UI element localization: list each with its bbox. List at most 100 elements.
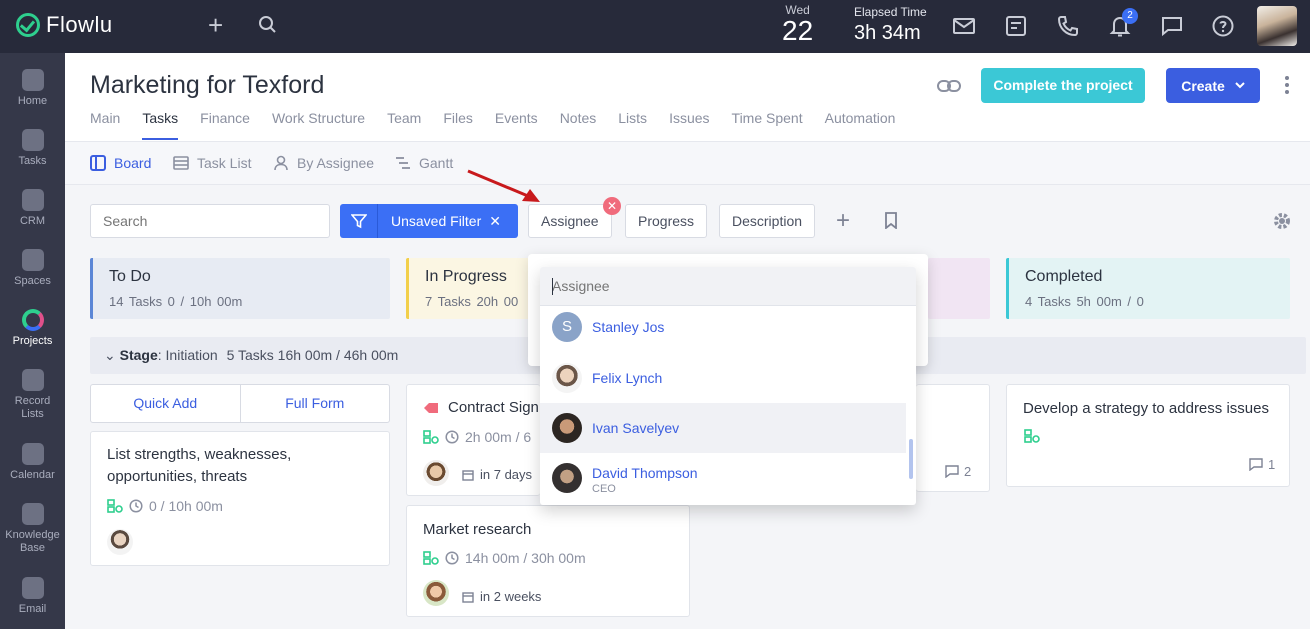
avatar [552, 463, 582, 493]
comments-count: 2 [945, 464, 971, 479]
page-title: Marketing for Texford [90, 71, 325, 99]
filter-chip-progress[interactable]: Progress [625, 204, 708, 238]
view-board[interactable]: Board [90, 155, 151, 171]
chat-icon[interactable] [1160, 14, 1184, 38]
task-time: 14h 00m / 30h 00m [465, 550, 586, 566]
sidebar-item-crm[interactable]: CRM [0, 189, 65, 228]
task-card[interactable]: Contract Sign 2h 00m / 6 in 7 days [406, 384, 540, 496]
sidebar-item-projects[interactable]: Projects [0, 309, 65, 348]
complete-project-button[interactable]: Complete the project [981, 68, 1145, 103]
task-card[interactable]: List strengths, weaknesses, opportunitie… [90, 431, 390, 566]
sidebar-item-record-lists[interactable]: Record Lists [0, 369, 65, 421]
tab-lists[interactable]: Lists [618, 110, 647, 140]
filter-chip-description[interactable]: Description [719, 204, 816, 238]
sidebar-item-tasks[interactable]: Tasks [0, 129, 65, 168]
tab-notes[interactable]: Notes [560, 110, 597, 140]
avatar[interactable] [423, 460, 449, 486]
search-input[interactable] [90, 204, 330, 238]
tab-issues[interactable]: Issues [669, 110, 709, 140]
sidebar-item-knowledge-base[interactable]: Knowledge Base [0, 503, 65, 555]
projects-icon [21, 309, 44, 331]
sidebar-item-calendar[interactable]: Calendar [0, 443, 65, 482]
logo-check-icon [16, 13, 40, 37]
column-todo: To Do 14 Tasks 0 / 10h 00m [90, 258, 390, 319]
tab-events[interactable]: Events [495, 110, 538, 140]
task-meta: 2h 00m / 6 [423, 429, 531, 445]
project-tabs: Main Tasks Finance Work Structure Team F… [90, 110, 917, 140]
notes-icon[interactable] [1004, 14, 1028, 38]
sidebar-item-label: Spaces [14, 275, 51, 287]
phone-icon[interactable] [1056, 14, 1080, 38]
task-title: Market research [423, 521, 532, 538]
help-icon[interactable] [1211, 14, 1235, 38]
text-cursor [552, 278, 553, 295]
column-completed: Completed 4 Tasks 5h 00m / 0 [1006, 258, 1290, 319]
tab-team[interactable]: Team [387, 110, 421, 140]
tab-tasks[interactable]: Tasks [142, 110, 179, 140]
assignee-search-input[interactable] [540, 267, 916, 306]
app-logo[interactable]: Flowlu [16, 12, 113, 38]
full-form-button[interactable]: Full Form [241, 385, 390, 422]
bookmark-icon[interactable] [884, 212, 898, 229]
sidebar-item-email[interactable]: Email [0, 577, 65, 616]
subtasks-icon [423, 430, 439, 444]
home-icon [21, 69, 44, 91]
top-bar: Flowlu + Wed 22 Elapsed Time 3h 34m 2 [0, 0, 1310, 53]
filter-chip-assignee[interactable]: Assignee [528, 204, 612, 238]
task-card[interactable]: 2 [916, 384, 990, 492]
tab-automation[interactable]: Automation [825, 110, 896, 140]
user-avatar[interactable] [1257, 6, 1297, 46]
elapsed-time[interactable]: Elapsed Time 3h 34m [854, 5, 927, 45]
add-filter-icon[interactable]: + [836, 209, 850, 233]
assignee-option[interactable]: S Stanley Jos [540, 302, 906, 352]
avatar [552, 363, 582, 393]
dropdown-scrollbar[interactable] [909, 439, 913, 479]
clock-icon [129, 499, 143, 513]
avatar[interactable] [107, 529, 133, 555]
remove-chip-icon[interactable]: ✕ [603, 197, 621, 215]
add-icon[interactable]: + [208, 12, 223, 38]
assignee-option[interactable]: David Thompson CEO [540, 453, 906, 503]
task-time: 2h 00m / 6 [465, 429, 532, 445]
tab-main[interactable]: Main [90, 110, 120, 140]
assignee-option[interactable]: Felix Lynch [540, 353, 906, 403]
tab-work-structure[interactable]: Work Structure [272, 110, 365, 140]
task-title: Develop a strategy to address issues [1023, 400, 1269, 417]
view-by-assignee[interactable]: By Assignee [273, 155, 374, 171]
stage-summary: 5 Tasks 16h 00m / 46h 00m [226, 347, 399, 363]
task-card[interactable]: Develop a strategy to address issues 1 [1006, 384, 1290, 487]
task-card[interactable]: Market research 14h 00m / 30h 00m in 2 w… [406, 505, 690, 617]
task-due-text: in 7 days [480, 467, 533, 482]
subtasks-icon [423, 551, 439, 565]
avatar[interactable] [423, 580, 449, 606]
mail-icon[interactable] [952, 14, 976, 38]
quick-add-button[interactable]: Quick Add [91, 385, 241, 422]
sidebar-item-spaces[interactable]: Spaces [0, 249, 65, 288]
tab-files[interactable]: Files [443, 110, 473, 140]
stage-name: : Initiation [157, 347, 218, 363]
link-icon[interactable] [936, 76, 962, 96]
search-icon[interactable] [258, 15, 278, 35]
board-icon [90, 155, 106, 171]
clear-filter-icon[interactable]: ✕ [489, 213, 501, 230]
clock-icon [445, 430, 459, 444]
subtasks-icon [1024, 429, 1040, 443]
filter-icon [340, 204, 378, 238]
calendar-icon [462, 469, 474, 481]
task-due-text: in 2 weeks [480, 589, 542, 604]
create-button-label: Create [1181, 77, 1225, 94]
tab-time-spent[interactable]: Time Spent [732, 110, 803, 140]
tab-finance[interactable]: Finance [200, 110, 250, 140]
more-options-icon[interactable] [1285, 76, 1289, 97]
view-board-label: Board [114, 155, 152, 171]
sidebar-item-label: Email [18, 603, 47, 615]
view-task-list[interactable]: Task List [173, 155, 251, 171]
calendar-icon [21, 443, 44, 465]
sidebar-item-home[interactable]: Home [0, 69, 65, 108]
view-gantt[interactable]: Gantt [395, 155, 453, 171]
create-button[interactable]: Create [1166, 68, 1260, 103]
assignee-option[interactable]: Ivan Savelyev [540, 403, 906, 453]
gear-icon[interactable] [1273, 212, 1291, 230]
knowledge-base-icon [21, 503, 44, 525]
unsaved-filter-button[interactable]: Unsaved Filter ✕ [340, 204, 518, 238]
